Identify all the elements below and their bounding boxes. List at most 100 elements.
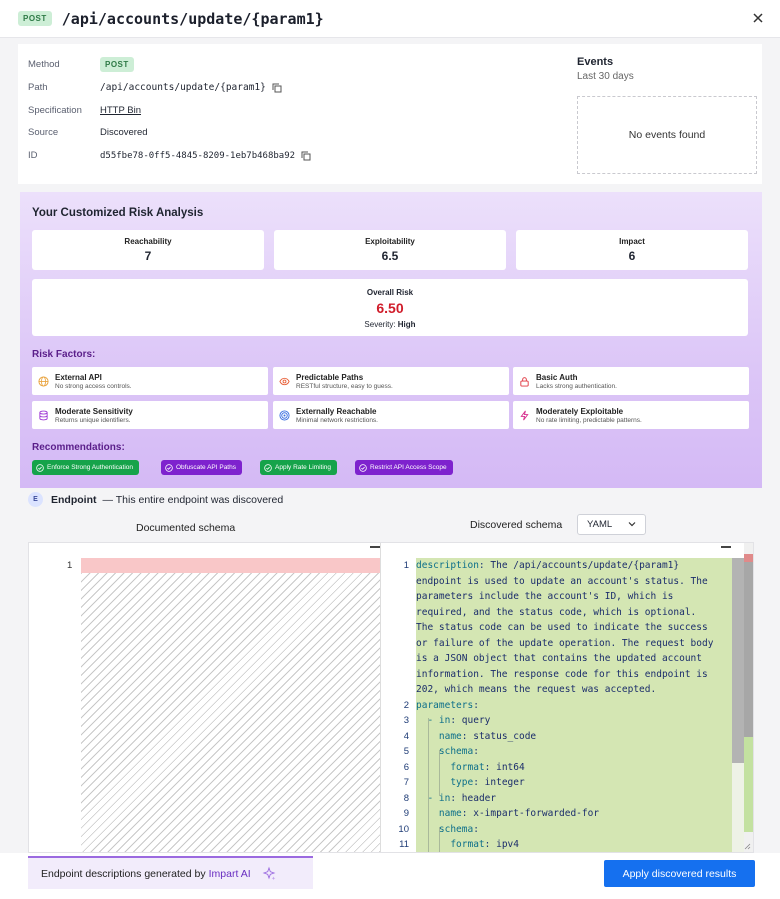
- code-line: - in: query: [427, 715, 491, 726]
- editor-divider: [380, 543, 381, 852]
- code-line: parameters:: [416, 699, 479, 711]
- copy-icon[interactable]: [272, 83, 282, 93]
- factor-name: Predictable Paths: [296, 372, 364, 382]
- severity-value: High: [397, 320, 416, 329]
- removed-line: [81, 558, 380, 573]
- line-number: 1: [67, 560, 73, 571]
- endpoint-note: — This entire endpoint was discovered: [102, 493, 284, 506]
- code-line: endpoint is used to update an account's …: [416, 574, 708, 590]
- recommendation-chip[interactable]: Obfuscate API Paths: [161, 460, 242, 475]
- method-row: Method POST: [28, 57, 134, 72]
- code-line: schema:: [438, 823, 479, 835]
- recommendation-chip[interactable]: Apply Rate Limiting: [260, 460, 337, 475]
- source-row: Source Discovered: [28, 127, 148, 138]
- recommendation-chip[interactable]: Restrict API Access Scope: [355, 460, 453, 475]
- specification-link[interactable]: HTTP Bin: [100, 105, 141, 116]
- factor-name: Moderately Exploitable: [536, 406, 624, 416]
- risk-factors-title: Risk Factors:: [32, 349, 96, 360]
- id-value: d55fbe78-0ff5-4845-8209-1eb7b468ba92: [100, 150, 296, 161]
- code-line: format: ipv4: [450, 839, 519, 850]
- id-row: ID d55fbe78-0ff5-4845-8209-1eb7b468ba92: [28, 150, 311, 161]
- chevron-down-icon: [628, 522, 636, 527]
- code-line: description: The /api/accounts/update/{p…: [416, 560, 680, 571]
- code-key: name: [438, 730, 462, 742]
- exploitability-card: Exploitability 6.5: [274, 230, 506, 270]
- risk-title: Your Customized Risk Analysis: [32, 207, 204, 219]
- factor-name: Moderate Sensitivity: [55, 406, 133, 416]
- metric-label: Reachability: [124, 237, 172, 246]
- line-number: 3: [403, 715, 409, 726]
- code-value: 202, which means the request was accepte…: [416, 684, 657, 695]
- method-badge: POST: [18, 11, 52, 26]
- events-title: Events: [577, 56, 614, 68]
- code-value: ipv4: [490, 839, 519, 850]
- source-value: Discovered: [100, 127, 148, 138]
- recommendation-label: Apply Rate Limiting: [275, 464, 331, 471]
- scrollbar-thumb[interactable]: [732, 558, 744, 763]
- method-label: Method: [28, 59, 60, 70]
- code-value: or failure of the update operation. The …: [416, 637, 714, 649]
- code-key: format: [450, 761, 485, 773]
- format-select[interactable]: YAML: [577, 514, 646, 535]
- risk-factor: Externally Reachable Minimal network rest…: [273, 401, 509, 429]
- factor-name: External API: [55, 372, 102, 382]
- overall-risk-card: Overall Risk 6.50 Severity: High: [32, 279, 748, 336]
- code-key: schema: [438, 746, 474, 757]
- code-value: integer: [478, 777, 525, 788]
- specification-row: Specification HTTP Bin: [28, 105, 141, 116]
- code-key: parameters: [416, 699, 474, 711]
- documented-schema-title: Documented schema: [136, 522, 236, 534]
- path-value: /api/accounts/update/{param1}: [100, 82, 266, 93]
- line-number: 8: [403, 792, 409, 804]
- collapse-icon[interactable]: [370, 546, 380, 548]
- code-value: The /api/accounts/update/{param1}: [484, 560, 680, 571]
- apply-discovered-results-button[interactable]: Apply discovered results: [604, 860, 755, 887]
- close-icon: [753, 13, 763, 23]
- events-empty-text: No events found: [628, 129, 706, 141]
- check-circle-icon: [359, 463, 367, 472]
- collapse-icon[interactable]: [721, 546, 731, 548]
- check-circle-icon: [165, 463, 173, 472]
- code-value: query: [456, 715, 491, 726]
- metric-label: Impact: [619, 237, 645, 246]
- code-key: - in: [427, 715, 451, 726]
- code-key: - in: [427, 792, 451, 804]
- path-label: Path: [28, 82, 48, 93]
- copy-icon[interactable]: [301, 151, 311, 161]
- line-number: 1: [403, 560, 409, 571]
- code-line: 202, which means the request was accepte…: [416, 682, 656, 698]
- code-line: schema:: [438, 746, 479, 757]
- recommendations-title: Recommendations:: [32, 442, 125, 453]
- line-number: 2: [403, 699, 409, 711]
- endpoint-badge: E: [28, 492, 43, 507]
- events-panel: Events Last 30 days No events found: [577, 56, 757, 174]
- resize-handle-icon[interactable]: [744, 843, 751, 850]
- lightning-icon: [520, 410, 529, 420]
- line-number: 4: [403, 730, 409, 742]
- left-gutter: [29, 543, 81, 852]
- risk-factor: Moderate Sensitivity Returns unique ident…: [32, 401, 268, 429]
- overall-risk-value: 6.50: [376, 300, 404, 316]
- endpoint-row: E Endpoint — This entire endpoint was di…: [28, 492, 283, 507]
- check-circle-icon: [36, 463, 44, 472]
- globe-icon: [38, 375, 49, 387]
- line-number: 5: [403, 746, 409, 757]
- code-key: description: [416, 560, 479, 571]
- code-line: name: status_code: [438, 730, 537, 742]
- metric-value: 6.5: [381, 249, 399, 263]
- events-empty-box: No events found: [577, 96, 757, 174]
- code-key: schema: [438, 823, 474, 835]
- line-number: 11: [399, 839, 409, 850]
- code-value: header: [456, 792, 497, 804]
- sparkle-icon: [262, 866, 275, 880]
- risk-factor: Moderately Exploitable No rate limiting, …: [513, 401, 749, 429]
- factor-desc: No rate limiting, predictable patterns.: [536, 416, 642, 424]
- close-button[interactable]: [748, 8, 768, 28]
- code-line: information. The response code for this …: [416, 667, 708, 683]
- schema-diff-editor[interactable]: 1 1 description: The /api/accounts/update…: [28, 542, 754, 853]
- target-icon: [279, 409, 290, 421]
- recommendation-label: Obfuscate API Paths: [176, 464, 236, 471]
- page-title: /api/accounts/update/{param1}: [61, 9, 324, 28]
- recommendation-chip[interactable]: Enforce Strong Authentication: [32, 460, 140, 475]
- code-value: x-impart-forwarded-for: [467, 808, 600, 819]
